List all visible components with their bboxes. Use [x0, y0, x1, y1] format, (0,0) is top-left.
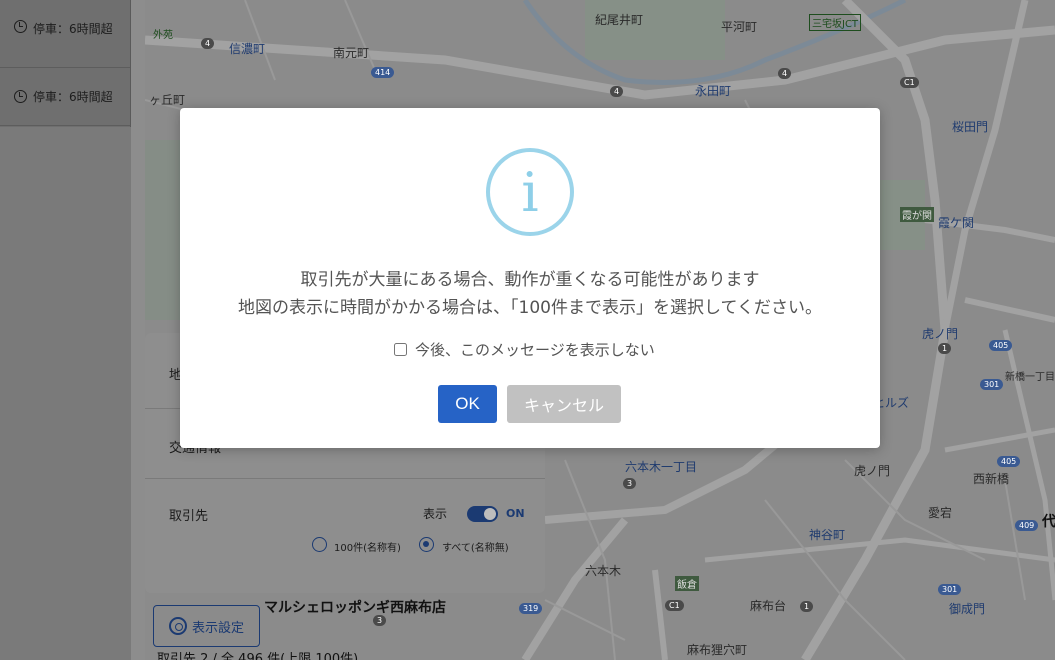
map-label: 麻布台 — [750, 599, 787, 613]
info-dialog: i 取引先が大量にある場合、動作が重くなる可能性があります 地図の表示に時間がか… — [180, 108, 880, 448]
map-label: ヶ丘町 — [149, 93, 186, 107]
dialog-message-line1: 取引先が大量にある場合、動作が重くなる可能性があります — [300, 270, 760, 290]
map-label: 霞が関 — [900, 207, 934, 222]
route-badge: 4 — [778, 68, 792, 79]
map-label: 永田町 — [695, 84, 732, 98]
route-badge: C1 — [900, 77, 919, 88]
route-badge: 301 — [938, 584, 962, 595]
settings-row-label: 取引先 — [169, 509, 209, 524]
map-label: 神谷町 — [809, 528, 846, 542]
clock-icon — [14, 90, 27, 103]
settings-row-clients: 取引先 表示 ON 100件(名称有) すべて(名称無) — [145, 479, 545, 593]
route-badge: 319 — [519, 603, 543, 614]
route-badge: 3 — [623, 478, 637, 489]
map-label: 三宅坂JCT — [809, 14, 862, 31]
radio-100-label: 100件(名称有) — [334, 543, 401, 554]
radio-all-label: すべて(名称無) — [442, 543, 509, 554]
route-badge: 414 — [371, 67, 395, 78]
map-label: 外苑 — [153, 30, 173, 41]
dont-show-again-label: 今後、このメッセージを表示しない — [415, 341, 655, 359]
gear-icon — [168, 617, 187, 635]
map-label: 麻布狸穴町 — [687, 643, 748, 657]
route-badge: 1 — [938, 343, 952, 354]
route-badge: 409 — [1015, 520, 1039, 531]
route-badge: C1 — [665, 600, 684, 611]
map-label: 桜田門 — [952, 120, 989, 134]
map-label: 信濃町 — [229, 42, 266, 56]
map-label: 虎ノ門 — [854, 464, 891, 478]
route-badge: 301 — [980, 379, 1004, 390]
map-label: 霞ケ関 — [938, 216, 975, 230]
cancel-button[interactable]: キャンセル — [507, 385, 621, 423]
route-badge: 4 — [201, 38, 215, 49]
map-label: 虎ノ門 — [922, 327, 959, 341]
route-badge: 405 — [989, 340, 1013, 351]
dont-show-again-row[interactable]: 今後、このメッセージを表示しない — [394, 339, 655, 360]
left-panel: 停車：6時間超 停車：6時間超 — [0, 0, 131, 660]
toggle-knob — [484, 508, 496, 520]
dont-show-again-checkbox[interactable] — [394, 343, 407, 356]
map-label: 飯倉 — [675, 576, 699, 591]
route-badge: 405 — [997, 456, 1021, 467]
show-label: 表示 — [423, 507, 448, 521]
toggle-state-label: ON — [506, 507, 525, 520]
info-icon: i — [486, 148, 574, 236]
list-item[interactable]: 停車：6時間超 — [0, 0, 130, 68]
radio-all[interactable] — [419, 537, 434, 552]
vehicle-status-list: 停車：6時間超 停車：6時間超 — [0, 0, 131, 127]
clients-toggle[interactable] — [467, 506, 498, 522]
map-label: 南元町 — [333, 46, 370, 60]
map-label: 御成門 — [949, 602, 986, 616]
map-label: 新橋一丁目 — [1005, 372, 1055, 383]
map-label: 紀尾井町 — [595, 13, 644, 27]
map-label: 六本木 — [585, 564, 622, 578]
list-item[interactable]: 停車：6時間超 — [0, 68, 130, 126]
list-item-label: 停車：6時間超 — [33, 90, 113, 104]
clock-icon — [14, 20, 27, 33]
map-label: 代 — [1042, 514, 1055, 530]
route-badge: 4 — [610, 86, 624, 97]
map-label: 愛宕 — [928, 506, 953, 520]
route-badge: 1 — [800, 601, 814, 612]
radio-100[interactable] — [312, 537, 327, 552]
display-settings-button[interactable]: 表示設定 — [153, 605, 260, 647]
store-name: マルシェロッポンギ西麻布店 — [264, 600, 446, 616]
display-settings-label: 表示設定 — [191, 620, 244, 636]
map-label: 六本木一丁目 — [625, 460, 698, 474]
map-label: 西新橋 — [973, 472, 1010, 486]
list-item-label: 停車：6時間超 — [33, 22, 113, 36]
map-label: 平河町 — [721, 20, 758, 34]
client-count: 取引先 2 / 全 496 件(上限 100件) — [157, 652, 359, 660]
ok-button[interactable]: OK — [438, 385, 497, 423]
dialog-message-line2: 地図の表示に時間がかかる場合は、「100件まで表示」を選択してください。 — [238, 298, 822, 318]
